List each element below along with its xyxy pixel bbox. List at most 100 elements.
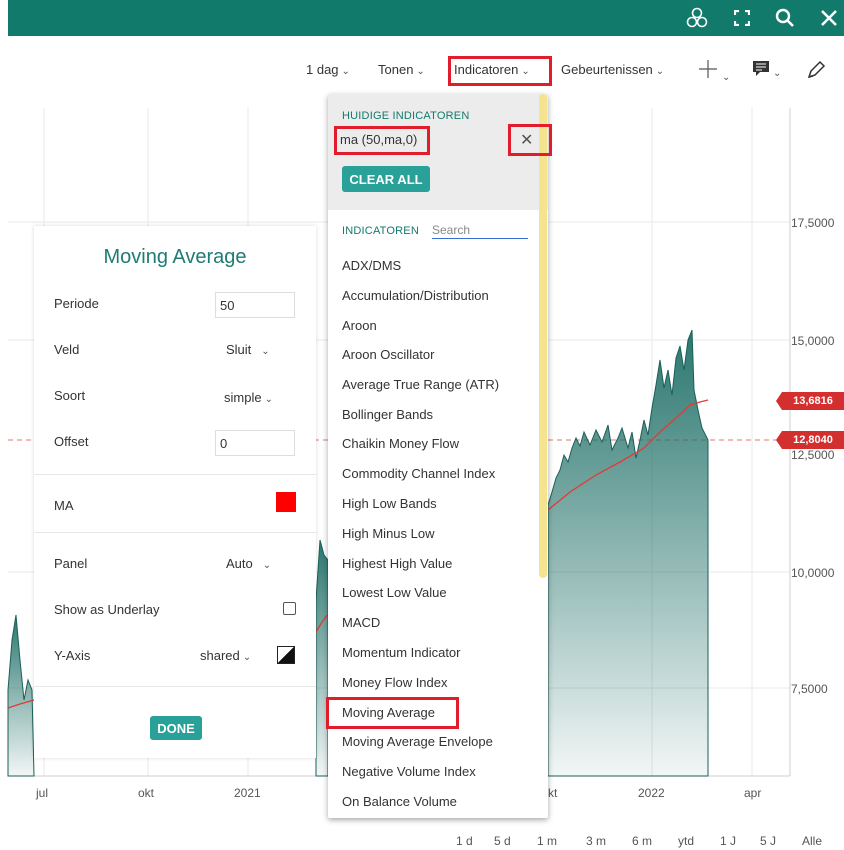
indicator-item[interactable]: Aroon: [342, 318, 377, 333]
panel-title: Moving Average: [103, 246, 247, 268]
panel-select[interactable]: Auto ⌄: [226, 556, 271, 571]
soort-value: simple: [224, 390, 262, 405]
annotation-dropdown[interactable]: ⌄: [752, 60, 781, 79]
divider: [34, 532, 316, 533]
moving-average-settings: Moving Average Periode 50 Veld Sluit ⌄ So…: [34, 226, 316, 758]
veld-label: Veld: [54, 342, 80, 357]
indicator-item[interactable]: Highest High Value: [342, 556, 452, 571]
offset-label: Offset: [54, 434, 89, 449]
x-tick-label: kt: [548, 786, 558, 800]
x-tick-label: 2021: [234, 786, 261, 800]
clear-all-button[interactable]: CLEAR ALL: [342, 166, 430, 192]
draw-button[interactable]: [806, 60, 826, 83]
yaxis-label: Y-Axis: [54, 648, 91, 663]
chevron-down-icon: ⌄: [773, 68, 782, 79]
price-area-right: [547, 329, 709, 777]
indicator-item[interactable]: On Balance Volume: [342, 794, 457, 809]
close-icon[interactable]: [816, 5, 842, 31]
chevron-down-icon: ⌄: [261, 346, 270, 357]
current-indicators-section: HUIDIGE INDICATOREN ma (50,ma,0) ✕ CLEAR…: [328, 94, 548, 210]
x-tick-label: apr: [744, 786, 762, 800]
indicator-item[interactable]: Accumulation/Distribution: [342, 288, 489, 303]
indicator-item[interactable]: Negative Volume Index: [342, 764, 476, 779]
remove-indicator-icon[interactable]: ✕: [520, 130, 533, 150]
underlay-checkbox[interactable]: [283, 602, 296, 615]
current-indicator-item[interactable]: ma (50,ma,0): [340, 132, 417, 147]
gebeurtenissen-dropdown[interactable]: Gebeurtenissen ⌄: [561, 62, 664, 77]
range-all-button[interactable]: Alle: [802, 834, 822, 848]
indicator-item[interactable]: Moving Average Envelope: [342, 734, 493, 749]
range-1m-button[interactable]: 1 m: [537, 834, 557, 848]
y-tick-label: 10,0000: [791, 566, 835, 580]
indicator-item[interactable]: Chaikin Money Flow: [342, 436, 459, 451]
fullscreen-icon[interactable]: [729, 5, 755, 31]
range-1d-button[interactable]: 1 d: [456, 834, 473, 848]
indicator-item[interactable]: ADX/DMS: [342, 258, 401, 273]
indicator-item[interactable]: Lowest Low Value: [342, 585, 447, 600]
ma-value-tag: 13,6816: [776, 392, 844, 410]
x-tick-label: 2022: [638, 786, 665, 800]
y-tick-label: 7,5000: [791, 682, 828, 696]
range-3m-button[interactable]: 3 m: [586, 834, 606, 848]
tonen-dropdown[interactable]: Tonen ⌄: [378, 62, 425, 77]
range-5d-button[interactable]: 5 d: [494, 834, 511, 848]
y-tick-label: 15,0000: [791, 334, 835, 348]
crosshair-dropdown[interactable]: ⌄: [697, 58, 730, 83]
y-tick-label: 12,5000: [791, 448, 835, 462]
gebeurtenissen-label: Gebeurtenissen: [561, 62, 653, 77]
crosshair-icon: [699, 60, 717, 78]
periode-label: Periode: [54, 296, 99, 311]
indicators-header: INDICATOREN: [342, 225, 419, 237]
soort-select[interactable]: simple ⌄: [224, 390, 273, 405]
chevron-down-icon: ⌄: [416, 66, 425, 77]
indicator-item[interactable]: Aroon Oscillator: [342, 347, 434, 362]
underlay-label: Show as Underlay: [54, 602, 160, 617]
indicatoren-label: Indicatoren: [454, 62, 519, 77]
divider: [34, 474, 316, 475]
range-ytd-button[interactable]: ytd: [678, 834, 694, 848]
veld-value: Sluit: [226, 342, 252, 357]
indicator-item[interactable]: Money Flow Index: [342, 675, 448, 690]
panel-label: Panel: [54, 556, 88, 571]
chevron-down-icon: ⌄: [341, 66, 350, 77]
offset-input[interactable]: 0: [215, 430, 295, 456]
indicator-item[interactable]: High Low Bands: [342, 496, 437, 511]
indicator-item[interactable]: Momentum Indicator: [342, 645, 461, 660]
indicator-item-moving-average[interactable]: Moving Average: [342, 705, 435, 720]
yaxis-select[interactable]: shared ⌄: [200, 648, 251, 663]
chevron-down-icon: ⌄: [262, 560, 272, 571]
period-label: 1 dag: [306, 62, 339, 77]
indicator-item[interactable]: Average True Range (ATR): [342, 377, 499, 392]
tonen-label: Tonen: [378, 62, 414, 77]
indicatoren-dropdown[interactable]: Indicatoren ⌄: [454, 62, 530, 77]
compare-icon[interactable]: [684, 5, 710, 31]
periode-input[interactable]: 50: [215, 292, 295, 318]
chevron-down-icon: ⌄: [521, 66, 530, 77]
indicator-dropdown: HUIDIGE INDICATOREN ma (50,ma,0) ✕ CLEAR…: [328, 94, 548, 818]
chevron-down-icon: ⌄: [722, 72, 731, 83]
panel-value: Auto: [226, 556, 253, 571]
done-button[interactable]: DONE: [150, 716, 202, 740]
indicator-item[interactable]: Commodity Channel Index: [342, 466, 495, 481]
range-1j-button[interactable]: 1 J: [720, 834, 736, 848]
dropdown-scrollbar[interactable]: [539, 94, 547, 578]
indicator-search-input[interactable]: [432, 222, 528, 239]
period-dropdown[interactable]: 1 dag ⌄: [306, 62, 350, 77]
price-area-left: [7, 614, 35, 777]
range-5j-button[interactable]: 5 J: [760, 834, 776, 848]
search-icon[interactable]: [772, 5, 798, 31]
x-tick-label: jul: [36, 786, 49, 800]
last-price-tag: 12,8040: [776, 431, 844, 449]
ma-color-swatch[interactable]: [276, 492, 296, 512]
chevron-down-icon: ⌄: [242, 652, 252, 663]
range-6m-button[interactable]: 6 m: [632, 834, 652, 848]
y-tick-label: 17,5000: [791, 216, 835, 230]
current-indicators-header: HUIDIGE INDICATOREN: [342, 110, 470, 122]
soort-label: Soort: [54, 388, 86, 403]
yaxis-value: shared: [200, 648, 240, 663]
indicator-item[interactable]: High Minus Low: [342, 526, 435, 541]
indicator-item[interactable]: Bollinger Bands: [342, 407, 433, 422]
veld-select[interactable]: Sluit ⌄: [226, 342, 270, 357]
yaxis-position-toggle[interactable]: [277, 646, 295, 664]
indicator-item[interactable]: MACD: [342, 615, 380, 630]
